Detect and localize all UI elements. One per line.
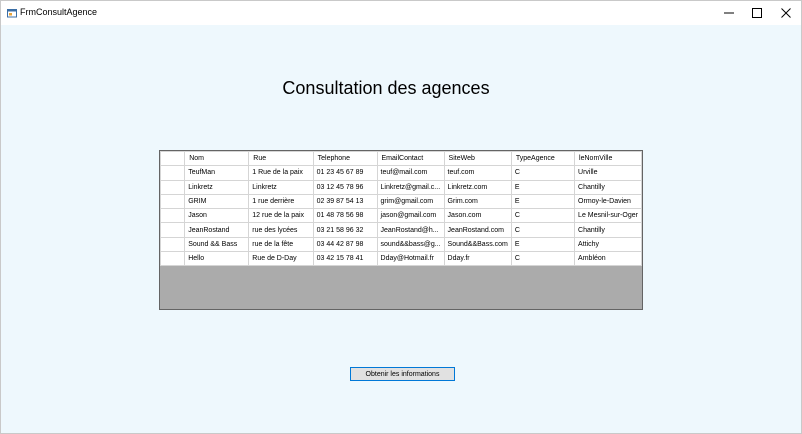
- grid-cell[interactable]: Ambléon: [574, 251, 642, 267]
- grid-cell[interactable]: Urville: [574, 165, 642, 181]
- window-title: FrmConsultAgence: [20, 7, 98, 17]
- grid-cell[interactable]: jason@gmail.com: [376, 208, 445, 224]
- grid-cell[interactable]: C: [510, 165, 576, 181]
- grid-cell[interactable]: Le Mesnil-sur-Oger: [574, 208, 642, 224]
- table-row[interactable]: Jason 12 rue de la paix 01 48 78 56 98 jaso…: [160, 208, 642, 224]
- row-header[interactable]: [160, 179, 186, 195]
- grid-cell[interactable]: Dday.fr: [443, 251, 512, 267]
- column-header-telephone[interactable]: Telephone: [312, 151, 378, 167]
- grid-cell[interactable]: Linkretz@gmail.c...: [376, 179, 445, 195]
- table-row[interactable]: Hello Rue de D-Day 03 42 15 78 41 Dday@Hotm…: [160, 251, 642, 267]
- grid-cell[interactable]: Jason: [184, 208, 250, 224]
- title-bar[interactable]: FrmConsultAgence: [1, 1, 801, 25]
- grid-cell[interactable]: 01 48 78 56 98: [312, 208, 378, 224]
- grid-cell[interactable]: Rue de D-Day: [248, 251, 314, 267]
- grid-cell[interactable]: Jason.com: [443, 208, 512, 224]
- column-header-emailcontact[interactable]: EmailContact: [376, 151, 445, 167]
- row-header[interactable]: [160, 236, 186, 253]
- grid-cell[interactable]: E: [510, 179, 576, 195]
- grid-cell[interactable]: teuf@mail.com: [376, 165, 445, 181]
- column-header-typeagence[interactable]: TypeAgence: [510, 151, 576, 167]
- agences-data-grid[interactable]: Nom Rue Telephone EmailContact SiteWeb TypeAg…: [159, 150, 643, 310]
- grid-cell[interactable]: 03 21 58 96 32: [312, 222, 378, 238]
- grid-cell[interactable]: Grim.com: [443, 193, 512, 210]
- grid-cell[interactable]: C: [510, 251, 576, 267]
- row-header[interactable]: [160, 193, 186, 210]
- row-header[interactable]: [160, 165, 186, 181]
- grid-cell[interactable]: 1 rue derrière: [248, 193, 314, 210]
- grid-cell[interactable]: JeanRostand: [184, 222, 250, 238]
- grid-cell[interactable]: GRIM: [184, 193, 250, 210]
- grid-cell[interactable]: JeanRostand.com: [443, 222, 512, 238]
- grid-cell[interactable]: Dday@Hotmail.fr: [376, 251, 445, 267]
- maximize-button[interactable]: [742, 1, 772, 25]
- grid-cell[interactable]: grim@gmail.com: [376, 193, 445, 210]
- table-row[interactable]: JeanRostand rue des lycées 03 21 58 96 32 J…: [160, 222, 642, 238]
- maximize-icon: [752, 8, 762, 18]
- close-icon: [781, 8, 791, 18]
- grid-cell[interactable]: Sound && Bass: [184, 236, 250, 253]
- page-title: Consultation des agences: [282, 78, 490, 98]
- column-header-nom[interactable]: Nom: [184, 151, 250, 167]
- grid-cell[interactable]: TeufMan: [184, 165, 250, 181]
- grid-cell[interactable]: 12 rue de la paix: [248, 208, 314, 224]
- row-header[interactable]: [160, 222, 186, 238]
- grid-cell[interactable]: Sound&&Bass.com: [443, 236, 512, 253]
- grid-header-row: Nom Rue Telephone EmailContact SiteWeb TypeAg…: [160, 151, 642, 167]
- table-row[interactable]: TeufMan 1 Rue de la paix 01 23 45 67 89 teu…: [160, 165, 642, 181]
- grid-cell[interactable]: E: [510, 193, 576, 210]
- grid-corner-header[interactable]: [160, 151, 186, 167]
- column-header-lenomville[interactable]: leNomVille: [574, 151, 642, 167]
- app-window: FrmConsultAgence Consultation des agence…: [0, 0, 802, 434]
- grid-cell[interactable]: 1 Rue de la paix: [248, 165, 314, 181]
- form-app-icon: [7, 9, 17, 18]
- grid-cell[interactable]: JeanRostand@h...: [376, 222, 445, 238]
- grid-cell[interactable]: C: [510, 208, 576, 224]
- grid-cell[interactable]: 03 12 45 78 96: [312, 179, 378, 195]
- grid-cell[interactable]: rue de la fête: [248, 236, 314, 253]
- grid-cell[interactable]: rue des lycées: [248, 222, 314, 238]
- grid-cell[interactable]: Linkretz: [248, 179, 314, 195]
- close-button[interactable]: [771, 1, 801, 25]
- grid-cell[interactable]: teuf.com: [443, 165, 512, 181]
- grid-cell[interactable]: Linkretz: [184, 179, 250, 195]
- grid-cell[interactable]: E: [510, 236, 576, 253]
- grid-cell[interactable]: C: [510, 222, 576, 238]
- column-header-siteweb[interactable]: SiteWeb: [443, 151, 512, 167]
- table-row[interactable]: GRIM 1 rue derrière 02 39 87 54 13 grim@gma…: [160, 193, 642, 210]
- grid-cell[interactable]: 03 42 15 78 41: [312, 251, 378, 267]
- grid-cell[interactable]: Chantilly: [574, 222, 642, 238]
- minimize-icon: [724, 12, 734, 14]
- table-row[interactable]: Linkretz Linkretz 03 12 45 78 96 Linkretz@g…: [160, 179, 642, 195]
- table-row[interactable]: Sound && Bass rue de la fête 03 44 42 87 9…: [160, 236, 642, 253]
- grid-cell[interactable]: Hello: [184, 251, 250, 267]
- grid-cell[interactable]: Chantilly: [574, 179, 642, 195]
- obtenir-informations-button[interactable]: Obtenir les informations: [350, 367, 455, 381]
- grid-cell[interactable]: 02 39 87 54 13: [312, 193, 378, 210]
- grid-cell[interactable]: sound&&bass@g...: [376, 236, 445, 253]
- column-header-rue[interactable]: Rue: [248, 151, 314, 167]
- minimize-button[interactable]: [714, 1, 744, 25]
- row-header[interactable]: [160, 208, 186, 224]
- grid-cell[interactable]: Linkretz.com: [443, 179, 512, 195]
- grid-cell[interactable]: Ormoy-le-Davien: [574, 193, 642, 210]
- grid-cell[interactable]: Attichy: [574, 236, 642, 253]
- grid-cell[interactable]: 01 23 45 67 89: [312, 165, 378, 181]
- grid-cell[interactable]: 03 44 42 87 98: [312, 236, 378, 253]
- row-header[interactable]: [160, 251, 186, 267]
